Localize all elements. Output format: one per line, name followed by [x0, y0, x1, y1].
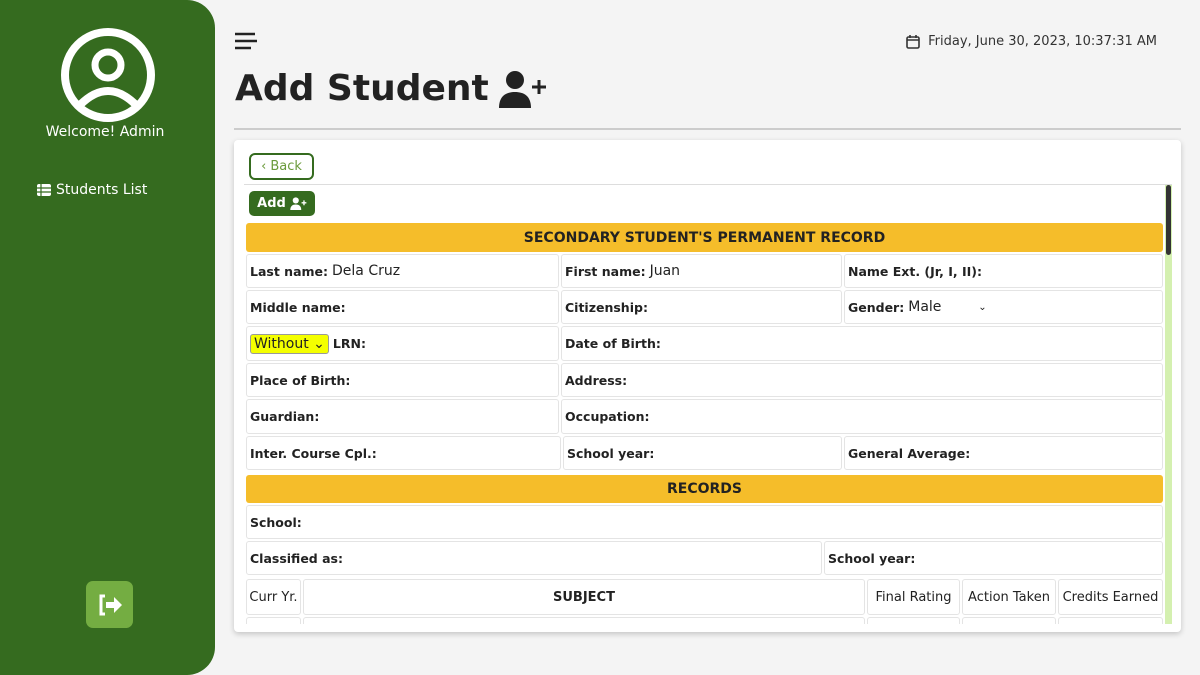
- form-scroll-area[interactable]: Add SECONDARY STUDENT'S PERMANENT RECORD…: [244, 184, 1172, 624]
- hamburger-menu-icon[interactable]: [235, 32, 257, 50]
- lrn-option: Without: [254, 335, 309, 352]
- label: School year:: [567, 445, 655, 461]
- gender-field: Gender: Male ⌄: [844, 290, 1163, 324]
- label: Name Ext. (Jr, I, II):: [848, 263, 982, 279]
- section-header-records: RECORDS: [246, 475, 1163, 503]
- value: Juan: [649, 263, 681, 279]
- chevron-down-icon: ⌄: [978, 301, 987, 313]
- th-action-taken: Action Taken: [962, 579, 1056, 615]
- place-of-birth-field[interactable]: Place of Birth:: [246, 363, 559, 397]
- section-header-permanent-record: SECONDARY STUDENT'S PERMANENT RECORD: [246, 223, 1163, 252]
- user-plus-icon: [290, 197, 307, 210]
- sidebar-item-students-list[interactable]: Students List: [37, 182, 147, 198]
- label: Classified as:: [250, 550, 343, 566]
- citizenship-field[interactable]: Citizenship:: [561, 290, 842, 324]
- datetime-text: Friday, June 30, 2023, 10:37:31 AM: [928, 34, 1157, 49]
- gender-select[interactable]: Male: [908, 299, 978, 315]
- table-cell[interactable]: [867, 617, 960, 624]
- form-card: ‹ Back Add SECONDARY STUDENT'S PERMANENT …: [234, 140, 1181, 632]
- records-school-year-field[interactable]: School year:: [824, 541, 1163, 575]
- sidebar: Welcome! Admin Students List: [0, 0, 215, 675]
- last-name-field[interactable]: Last name: Dela Cruz: [246, 254, 559, 288]
- divider: [234, 128, 1181, 130]
- table-cell[interactable]: [246, 617, 301, 624]
- chevron-left-icon: ‹: [261, 159, 267, 174]
- scrollbar-thumb[interactable]: [1166, 185, 1171, 255]
- back-button[interactable]: ‹ Back: [249, 153, 314, 180]
- datetime: Friday, June 30, 2023, 10:37:31 AM: [906, 34, 1157, 49]
- user-avatar-icon: [61, 28, 155, 122]
- page-title-text: Add Student: [235, 68, 489, 109]
- th-credits-earned: Credits Earned: [1058, 579, 1163, 615]
- label: First name:: [565, 263, 646, 279]
- label: Middle name:: [250, 299, 346, 315]
- user-plus-icon: [498, 70, 546, 108]
- general-average-field[interactable]: General Average:: [844, 436, 1163, 470]
- back-label: Back: [270, 159, 302, 174]
- label: Last name:: [250, 263, 329, 279]
- occupation-field[interactable]: Occupation:: [561, 399, 1163, 434]
- label: Address:: [565, 372, 628, 388]
- date-of-birth-field[interactable]: Date of Birth:: [561, 326, 1163, 361]
- label: LRN:: [332, 336, 366, 351]
- label: Place of Birth:: [250, 372, 351, 388]
- label: Citizenship:: [565, 299, 648, 315]
- label: Gender:: [848, 299, 905, 315]
- school-field[interactable]: School:: [246, 505, 1163, 539]
- label: Occupation:: [565, 409, 650, 424]
- address-field[interactable]: Address:: [561, 363, 1163, 397]
- add-button[interactable]: Add: [249, 191, 315, 216]
- label: School:: [250, 514, 302, 530]
- sidebar-item-label: Students List: [56, 182, 148, 198]
- add-label: Add: [257, 196, 286, 211]
- logout-button[interactable]: [86, 581, 133, 628]
- page-title: Add Student: [235, 68, 547, 109]
- course-field[interactable]: Inter. Course Cpl.:: [246, 436, 561, 470]
- table-cell[interactable]: [1058, 617, 1163, 624]
- guardian-field[interactable]: Guardian:: [246, 399, 559, 434]
- th-final-rating: Final Rating: [867, 579, 960, 615]
- th-curr-yr: Curr Yr.: [246, 579, 301, 615]
- lrn-select[interactable]: Without ⌄: [250, 333, 329, 354]
- table-list-icon: [37, 184, 51, 196]
- school-year-field[interactable]: School year:: [563, 436, 842, 470]
- label: General Average:: [848, 445, 971, 461]
- scrollbar-track[interactable]: [1165, 185, 1172, 624]
- name-ext-field[interactable]: Name Ext. (Jr, I, II):: [844, 254, 1163, 288]
- first-name-field[interactable]: First name: Juan: [561, 254, 842, 288]
- classified-as-field[interactable]: Classified as:: [246, 541, 822, 575]
- label: Guardian:: [250, 409, 320, 424]
- value: Dela Cruz: [332, 263, 401, 279]
- lrn-field[interactable]: Without ⌄ LRN:: [246, 326, 559, 361]
- th-subject: SUBJECT: [303, 579, 865, 615]
- label: Date of Birth:: [565, 336, 661, 351]
- table-cell[interactable]: [303, 617, 865, 624]
- middle-name-field[interactable]: Middle name:: [246, 290, 559, 324]
- welcome-text: Welcome! Admin: [45, 124, 165, 140]
- label: School year:: [828, 550, 916, 566]
- calendar-icon: [906, 34, 920, 49]
- logout-icon: [99, 594, 122, 615]
- label: Inter. Course Cpl.:: [250, 445, 377, 461]
- table-cell[interactable]: [962, 617, 1056, 624]
